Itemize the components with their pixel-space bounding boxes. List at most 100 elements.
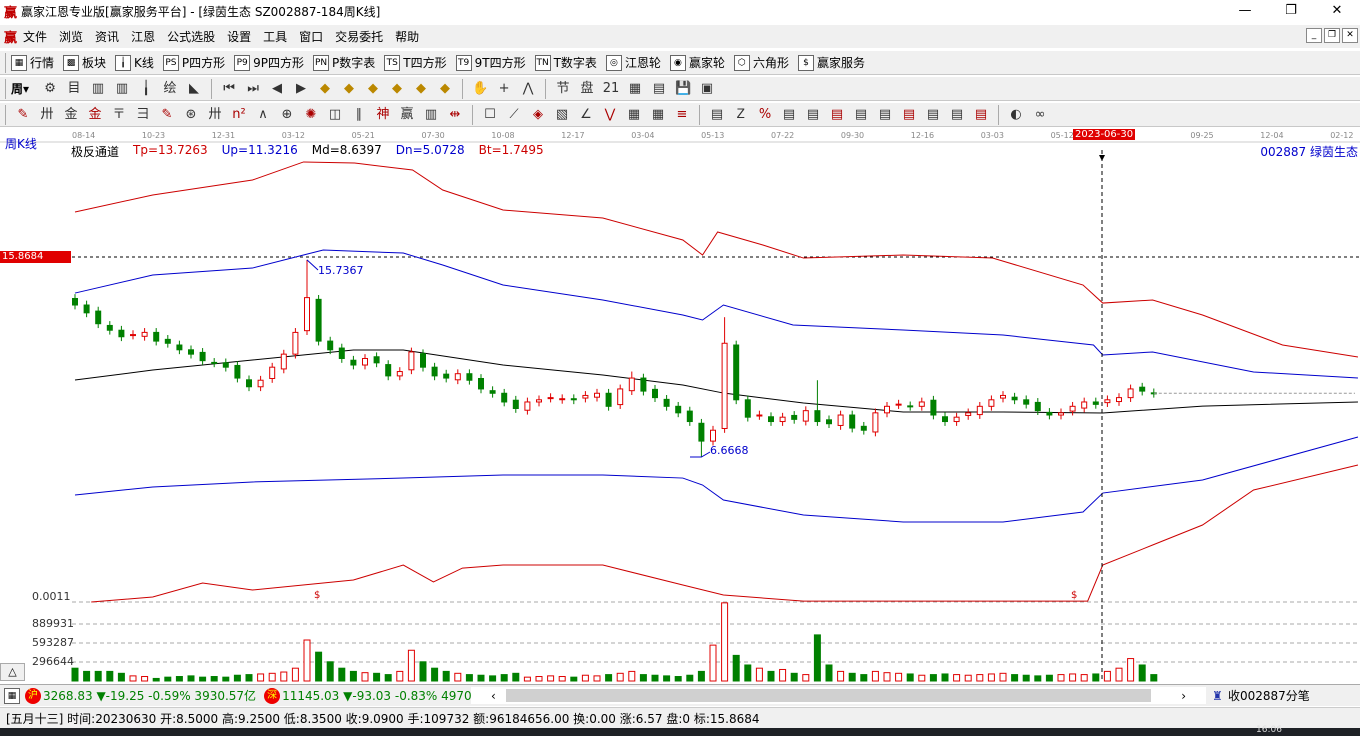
drawing-tool-icon[interactable]: ▤ <box>947 106 967 124</box>
drawing-tool-icon[interactable]: ⇹ <box>445 106 465 124</box>
tool-icon[interactable]: ▤ <box>649 80 669 98</box>
scroll-left-button[interactable]: ‹ <box>491 689 496 703</box>
menu-item[interactable]: 设置 <box>227 28 251 45</box>
drawing-tool-icon[interactable]: ✺ <box>301 106 321 124</box>
tool-icon[interactable]: ◀ <box>267 80 287 98</box>
drawing-tool-icon[interactable]: ∞ <box>1030 106 1050 124</box>
drawing-tool-icon[interactable]: ▤ <box>707 106 727 124</box>
toolbar-button-candles[interactable]: ╽ K线 <box>115 54 154 71</box>
drawing-tool-icon[interactable]: ▦ <box>624 106 644 124</box>
tool-icon[interactable]: ⏭ <box>243 80 263 98</box>
drawing-tool-icon[interactable]: ▤ <box>875 106 895 124</box>
tool-icon[interactable]: 21 <box>601 80 621 98</box>
tool-icon[interactable]: ⏮ <box>219 80 239 98</box>
menu-item[interactable]: 江恩 <box>131 28 155 45</box>
tool-icon[interactable]: ▣ <box>697 80 717 98</box>
drawing-tool-icon[interactable]: 〒 <box>109 106 129 124</box>
drawing-tool-icon[interactable]: ⟋ <box>504 106 524 124</box>
tool-icon[interactable]: ╽ <box>136 80 156 98</box>
tool-icon[interactable]: 盘 <box>577 80 597 98</box>
drawing-tool-icon[interactable]: ⊛ <box>181 106 201 124</box>
toolbar-button-pn[interactable]: PN P数字表 <box>313 54 375 71</box>
toolbar-button-grid[interactable]: ▦ 行情 <box>11 54 54 71</box>
drawing-tool-icon[interactable]: 彐 <box>133 106 153 124</box>
menu-item[interactable]: 公式选股 <box>167 28 215 45</box>
toolbar-button-hexagon[interactable]: ⬡ 六角形 <box>733 54 789 71</box>
drawing-tool-icon[interactable]: 金 <box>61 106 81 124</box>
drawing-tool-icon[interactable]: ▤ <box>827 106 847 124</box>
scroll-thumb[interactable] <box>505 689 1152 702</box>
tool-icon[interactable]: ✋ <box>470 80 490 98</box>
tool-icon[interactable]: ⋀ <box>518 80 538 98</box>
drawing-tool-icon[interactable]: 卅 <box>37 106 57 124</box>
mdi-close-button[interactable]: ✕ <box>1342 28 1358 43</box>
toolbar-button-ps[interactable]: PS P四方形 <box>162 54 225 71</box>
toolbar-button-blocks[interactable]: ▩ 板块 <box>63 54 106 71</box>
tool-icon[interactable]: ◆ <box>411 80 431 98</box>
drawing-tool-icon[interactable]: ≡ <box>672 106 692 124</box>
drawing-tool-icon[interactable]: ▦ <box>648 106 668 124</box>
drawing-tool-icon[interactable]: 赢 <box>397 106 417 124</box>
tool-icon[interactable]: ▥ <box>88 80 108 98</box>
drawing-tool-icon[interactable]: ▧ <box>552 106 572 124</box>
drawing-tool-icon[interactable]: 神 <box>373 106 393 124</box>
tool-icon[interactable]: ◆ <box>387 80 407 98</box>
menu-item[interactable]: 文件 <box>23 28 47 45</box>
tool-icon[interactable]: ▦ <box>625 80 645 98</box>
toolbar-button-ts[interactable]: TS T四方形 <box>384 54 447 71</box>
toolbar-button-tn[interactable]: TN T数字表 <box>534 54 597 71</box>
tool-icon[interactable]: ⚙ <box>40 80 60 98</box>
drawing-tool-icon[interactable]: ∥ <box>349 106 369 124</box>
tool-icon[interactable]: + <box>494 80 514 98</box>
mdi-minimize-button[interactable]: _ <box>1306 28 1322 43</box>
drawing-tool-icon[interactable]: 卅 <box>205 106 225 124</box>
tool-icon[interactable]: ▶ <box>291 80 311 98</box>
drawing-tool-icon[interactable]: ▤ <box>803 106 823 124</box>
drawing-tool-icon[interactable]: ✎ <box>157 106 177 124</box>
drawing-tool-icon[interactable]: ∠ <box>576 106 596 124</box>
tool-icon[interactable]: 💾 <box>673 80 693 98</box>
toolbar-button-p9[interactable]: P9 9P四方形 <box>234 54 304 71</box>
tool-icon[interactable]: ▥ <box>112 80 132 98</box>
drawing-tool-icon[interactable]: ☐ <box>480 106 500 124</box>
kline-chart[interactable]: 周K线 极反通道 Tp=13.7263 Up=11.3216 Md=8.6397 Dn… <box>0 128 1360 684</box>
mdi-restore-button[interactable]: ❐ <box>1324 28 1340 43</box>
grid-icon[interactable]: ▦ <box>4 687 20 704</box>
toolbar-button-winner-wheel[interactable]: ◉ 赢家轮 <box>669 54 725 71</box>
drawing-tool-icon[interactable]: ▥ <box>421 106 441 124</box>
tool-icon[interactable]: 目 <box>64 80 84 98</box>
collapse-button[interactable]: △ <box>0 663 25 681</box>
drawing-tool-icon[interactable]: ◈ <box>528 106 548 124</box>
scroll-right-button[interactable]: › <box>1181 689 1186 703</box>
tool-icon[interactable]: 绘 <box>160 80 180 98</box>
menu-item[interactable]: 交易委托 <box>335 28 383 45</box>
tool-icon[interactable]: ◆ <box>363 80 383 98</box>
tool-icon[interactable]: ◣ <box>184 80 204 98</box>
drawing-tool-icon[interactable]: ▤ <box>899 106 919 124</box>
drawing-tool-icon[interactable]: Ꮓ <box>731 106 751 124</box>
period-dropdown[interactable]: 周 ▾ <box>11 80 29 97</box>
drawing-tool-icon[interactable]: ✎ <box>13 106 33 124</box>
drawing-tool-icon[interactable]: 金 <box>85 106 105 124</box>
menu-item[interactable]: 帮助 <box>395 28 419 45</box>
drawing-tool-icon[interactable]: ▤ <box>971 106 991 124</box>
menu-item[interactable]: 浏览 <box>59 28 83 45</box>
toolbar-button-dollar[interactable]: $ 赢家服务 <box>797 54 865 71</box>
tool-icon[interactable]: ◆ <box>339 80 359 98</box>
menu-item[interactable]: 窗口 <box>299 28 323 45</box>
maximize-button[interactable]: ❐ <box>1268 0 1314 22</box>
drawing-tool-icon[interactable]: ▤ <box>851 106 871 124</box>
toolbar-button-t9[interactable]: T9 9T四方形 <box>455 54 526 71</box>
drawing-tool-icon[interactable]: % <box>755 106 775 124</box>
horizontal-scrollbar[interactable]: ‹ › <box>471 687 1206 704</box>
tool-icon[interactable]: ◆ <box>435 80 455 98</box>
minimize-button[interactable]: — <box>1222 0 1268 22</box>
tick-data-label[interactable]: 收002887分笔 <box>1228 687 1310 704</box>
menu-item[interactable]: 资讯 <box>95 28 119 45</box>
drawing-tool-icon[interactable]: ∧ <box>253 106 273 124</box>
drawing-tool-icon[interactable]: ◐ <box>1006 106 1026 124</box>
close-button[interactable]: ✕ <box>1314 0 1360 22</box>
drawing-tool-icon[interactable]: ▤ <box>923 106 943 124</box>
tool-icon[interactable]: 节 <box>553 80 573 98</box>
drawing-tool-icon[interactable]: ◫ <box>325 106 345 124</box>
